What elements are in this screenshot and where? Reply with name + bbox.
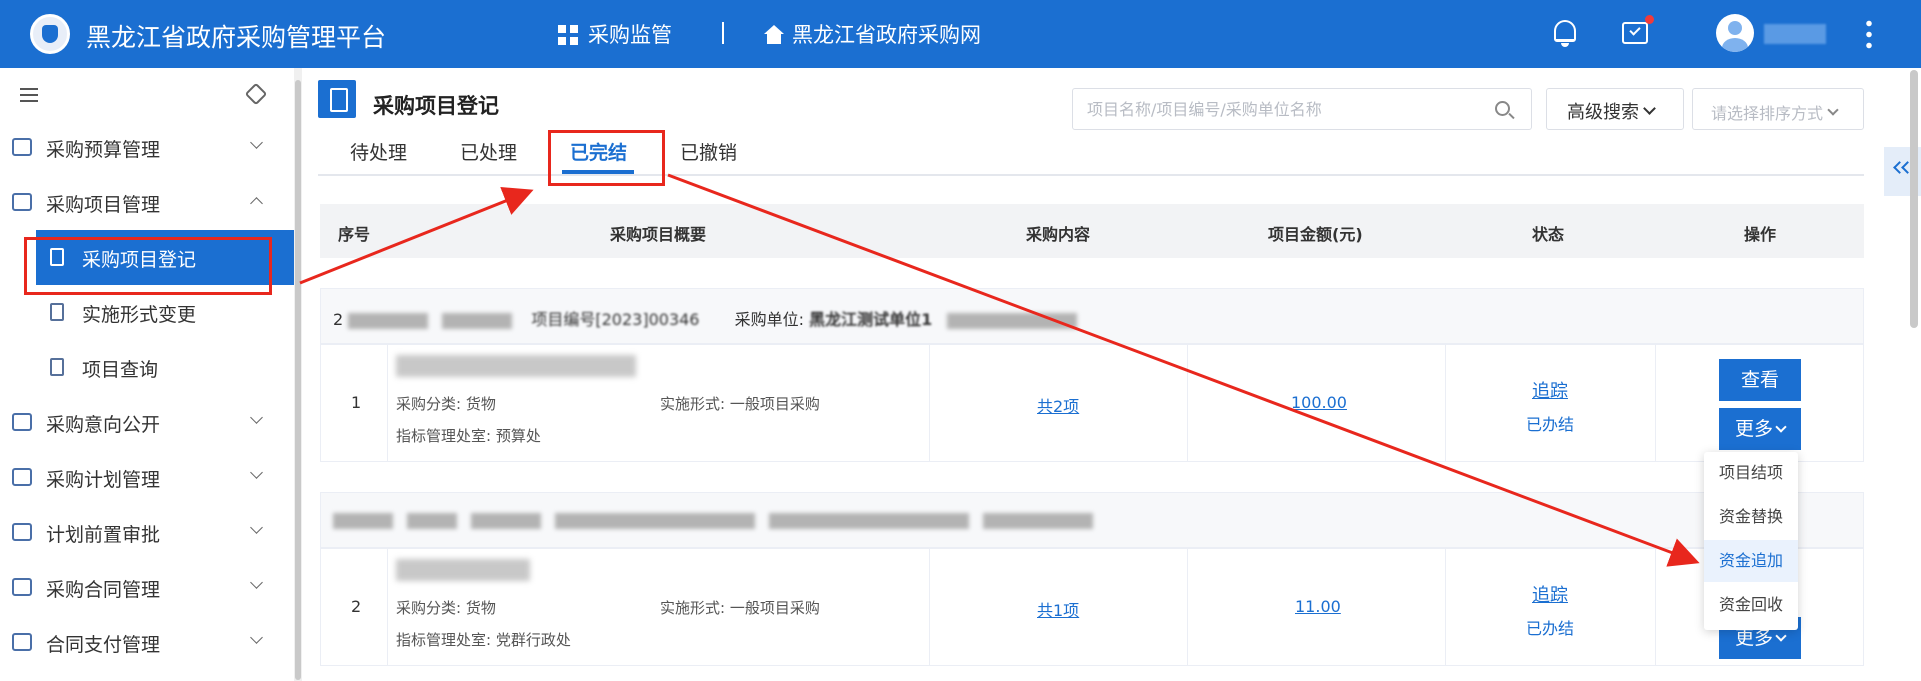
annotation-arrows bbox=[299, 173, 1700, 567]
annotation-arrow-to-menu bbox=[667, 173, 1700, 567]
annotation-arrow-to-tab bbox=[299, 186, 534, 285]
